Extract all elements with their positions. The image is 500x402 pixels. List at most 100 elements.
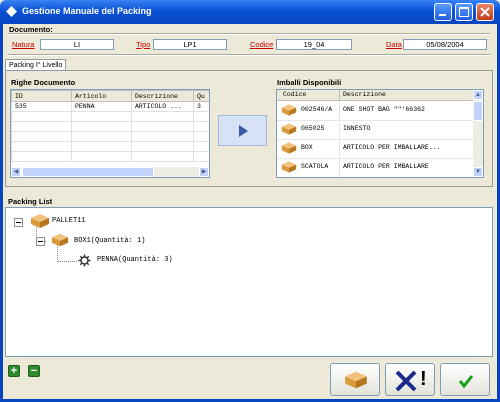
table-cell	[11, 131, 72, 142]
table-cell	[11, 151, 72, 162]
table-row[interactable]	[11, 151, 209, 162]
scroll-left-icon[interactable]: ◀	[11, 167, 21, 177]
natura-field[interactable]: LI	[40, 39, 114, 50]
divider	[8, 33, 490, 35]
table-cell	[131, 131, 194, 142]
column-divider	[339, 158, 340, 177]
descrizione-cell: ARTICOLO PER IMBALLARE	[343, 163, 429, 170]
data-field[interactable]: 05/08/2004	[403, 39, 487, 50]
box-icon	[281, 123, 297, 135]
codice-field[interactable]: 19_04	[276, 39, 352, 50]
list-item[interactable]: SCATOLA ARTICOLO PER IMBALLARE	[277, 158, 473, 177]
table-cell	[71, 111, 132, 122]
box-icon	[51, 233, 69, 247]
add-node-button[interactable]: +	[8, 365, 20, 377]
table-row[interactable]	[11, 111, 209, 122]
column-divider	[339, 139, 340, 158]
column-header[interactable]: Qu	[193, 90, 209, 102]
table-cell: ARTICOLO ...	[131, 101, 194, 112]
tree-node-article[interactable]: PENNA(Quantità: 3)	[97, 256, 173, 264]
table-cell	[193, 121, 209, 132]
table-cell: 3	[193, 101, 209, 112]
scroll-up-icon[interactable]: ▲	[473, 90, 483, 100]
box-icon	[281, 142, 297, 154]
table-cell	[193, 141, 209, 152]
article-gear-icon	[78, 254, 91, 267]
column-header[interactable]: Articolo	[71, 90, 132, 102]
table-cell	[193, 151, 209, 162]
table-row[interactable]: 535 PENNA ARTICOLO ... 3	[11, 101, 209, 112]
box-icon	[281, 161, 297, 173]
horizontal-scrollbar[interactable]: ◀ ▶	[11, 167, 209, 177]
codice-cell: BOX	[301, 144, 313, 151]
close-button[interactable]	[476, 3, 494, 21]
column-header[interactable]: Descrizione	[131, 90, 194, 102]
packing-list-title: Packing List	[8, 197, 53, 206]
table-cell: PENNA	[71, 101, 132, 112]
table-cell	[71, 151, 132, 162]
data-label[interactable]: Data	[386, 40, 402, 49]
table-cell	[11, 111, 72, 122]
codice-label[interactable]: Codice	[250, 40, 273, 49]
imballi-disponibili-title: Imballi Disponibili	[277, 78, 342, 87]
list-item[interactable]: 002546/A ONE SHOT BAG ""'66362	[277, 101, 473, 121]
table-cell	[193, 111, 209, 122]
collapse-toggle[interactable]	[14, 218, 23, 227]
divider	[8, 54, 490, 56]
vertical-scrollbar[interactable]: ▲ ▼	[473, 90, 483, 177]
scroll-thumb[interactable]	[22, 167, 154, 177]
table-cell: 535	[11, 101, 72, 112]
column-divider	[339, 90, 340, 100]
cancel-exclamation: !	[420, 368, 427, 390]
list-item[interactable]: 065025 INNESTO	[277, 120, 473, 140]
tree-connector	[57, 261, 77, 263]
column-divider	[339, 120, 340, 139]
scroll-thumb[interactable]	[473, 101, 483, 121]
table-row[interactable]	[11, 141, 209, 152]
tipo-label[interactable]: Tipo	[136, 40, 150, 49]
title-bar: Gestione Manuale del Packing	[0, 0, 500, 24]
table-cell	[131, 151, 194, 162]
close-icon	[480, 7, 490, 17]
tipo-field[interactable]: LP1	[153, 39, 227, 50]
natura-label[interactable]: Natura	[12, 40, 35, 49]
list-item[interactable]: BOX ARTICOLO PER IMBALLARE...	[277, 139, 473, 159]
cancel-button[interactable]: !	[385, 363, 435, 396]
arrow-right-icon	[239, 125, 248, 137]
remove-node-button[interactable]: −	[28, 365, 40, 377]
maximize-button[interactable]	[455, 3, 473, 21]
cancel-x-icon	[395, 370, 417, 392]
table-cell	[131, 141, 194, 152]
window-title: Gestione Manuale del Packing	[22, 6, 152, 16]
table-cell	[11, 141, 72, 152]
collapse-toggle[interactable]	[36, 237, 45, 246]
confirm-button[interactable]	[440, 363, 490, 396]
imballi-disponibili-grid[interactable]: Codice Descrizione 002546/A ONE SHOT BAG …	[276, 89, 484, 178]
column-header: Codice	[283, 91, 307, 98]
table-row[interactable]	[11, 121, 209, 132]
codice-cell: 065025	[301, 125, 325, 132]
pallet-box-icon	[31, 214, 49, 228]
box-icon	[281, 104, 297, 116]
tree-node-box[interactable]: BOX1(Quantità: 1)	[74, 237, 145, 245]
table-row[interactable]	[11, 131, 209, 142]
righe-documento-grid[interactable]: ID Articolo Descrizione Qu 535 PENNA ARTICOLO…	[10, 89, 210, 178]
box-icon	[345, 371, 367, 389]
scroll-down-icon[interactable]: ▼	[473, 167, 483, 177]
codice-cell: 002546/A	[301, 106, 333, 113]
table-cell	[71, 141, 132, 152]
tree-node-pallet[interactable]: PALLET11	[52, 217, 86, 225]
pack-button[interactable]	[330, 363, 380, 396]
table-cell	[71, 131, 132, 142]
column-header[interactable]: ID	[11, 90, 72, 102]
maximize-icon	[459, 7, 469, 17]
table-cell	[71, 121, 132, 132]
packing-list-tree[interactable]: PALLET11 BOX1(Quantità: 1) PENNA(Quantit…	[5, 207, 493, 357]
descrizione-cell: ONE SHOT BAG ""'66362	[343, 106, 425, 113]
minimize-icon	[439, 14, 446, 16]
scroll-right-icon[interactable]: ▶	[199, 167, 209, 177]
add-to-packing-button[interactable]	[218, 115, 267, 146]
righe-documento-title: Righe Documento	[11, 78, 76, 87]
checkmark-icon	[458, 375, 474, 388]
minimize-button[interactable]	[434, 3, 452, 21]
